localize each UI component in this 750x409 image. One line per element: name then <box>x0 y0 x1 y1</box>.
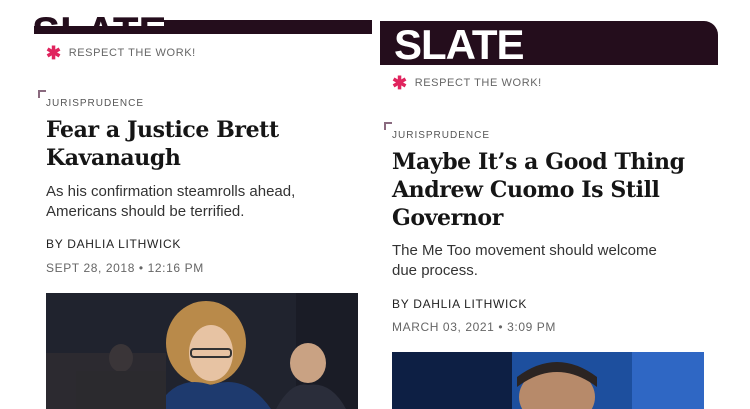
site-header-bar: SLATE <box>380 21 718 67</box>
dek: As his confirmation steamrolls ahead, Am… <box>46 183 296 220</box>
respect-the-work-banner[interactable]: ✱ RESPECT THE WORK! <box>46 44 196 62</box>
section-corner-icon <box>38 90 46 98</box>
slate-star-icon: ✱ <box>46 43 62 63</box>
slate-star-icon: ✱ <box>392 73 408 93</box>
headline: Fear a Justice Brett Kavanaugh <box>46 117 279 171</box>
article-photo <box>46 293 358 409</box>
slate-logo[interactable]: SLATE <box>394 23 525 67</box>
section-label[interactable]: JURISPRUDENCE <box>46 98 144 109</box>
publish-date: MARCH 03, 2021 • 3:09 PM <box>392 320 557 334</box>
tagline: RESPECT THE WORK! <box>414 77 542 89</box>
headline: Maybe It’s a Good Thing Andrew Cuomo Is … <box>392 149 685 231</box>
publish-date: SEPT 28, 2018 • 12:16 PM <box>46 261 204 275</box>
section-label[interactable]: JURISPRUDENCE <box>392 130 490 141</box>
byline[interactable]: BY DAHLIA LITHWICK <box>392 297 527 311</box>
svg-text:SLATE: SLATE <box>34 14 164 34</box>
section-corner-icon <box>384 122 392 130</box>
dek: The Me Too movement should welcome due p… <box>392 242 657 279</box>
hearing-photo <box>46 293 358 409</box>
tagline: RESPECT THE WORK! <box>68 47 196 59</box>
cuomo-photo <box>392 352 704 409</box>
article-photo <box>392 352 704 409</box>
respect-the-work-banner[interactable]: ✱ RESPECT THE WORK! <box>392 74 542 92</box>
slate-logo-cropped: SLATE <box>34 14 164 34</box>
right-article-screenshot: SLATE ✱ RESPECT THE WORK! JURISPRUDENCE … <box>380 0 718 409</box>
left-article-screenshot: SLATE ✱ RESPECT THE WORK! JURISPRUDENCE … <box>34 0 372 409</box>
byline[interactable]: BY DAHLIA LITHWICK <box>46 237 181 251</box>
